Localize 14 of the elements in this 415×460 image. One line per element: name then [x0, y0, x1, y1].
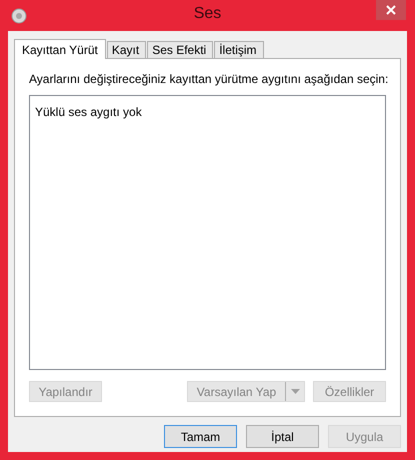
tab[interactable]: Ses Efekti — [147, 41, 214, 58]
caret-icon — [290, 389, 300, 394]
window-title: Ses — [194, 5, 222, 23]
close-icon — [386, 5, 396, 15]
instruction-text: Ayarlarını değiştireceğiniz kayıttan yürütme aygıtını aşağıdan seçin: — [29, 72, 386, 86]
close-button[interactable] — [376, 0, 406, 20]
device-list[interactable]: Yüklü ses aygıtı yok — [29, 95, 386, 370]
tab[interactable]: Kayıt — [106, 41, 146, 58]
empty-list-message: Yüklü ses aygıtı yok — [35, 105, 142, 119]
dialog-button[interactable]: Tamam — [164, 425, 237, 448]
tab[interactable]: Kayıttan Yürüt — [14, 39, 106, 59]
speaker-icon — [10, 6, 28, 24]
dialog-button[interactable]: İptal — [246, 425, 319, 448]
tab[interactable]: İletişim — [214, 41, 264, 58]
